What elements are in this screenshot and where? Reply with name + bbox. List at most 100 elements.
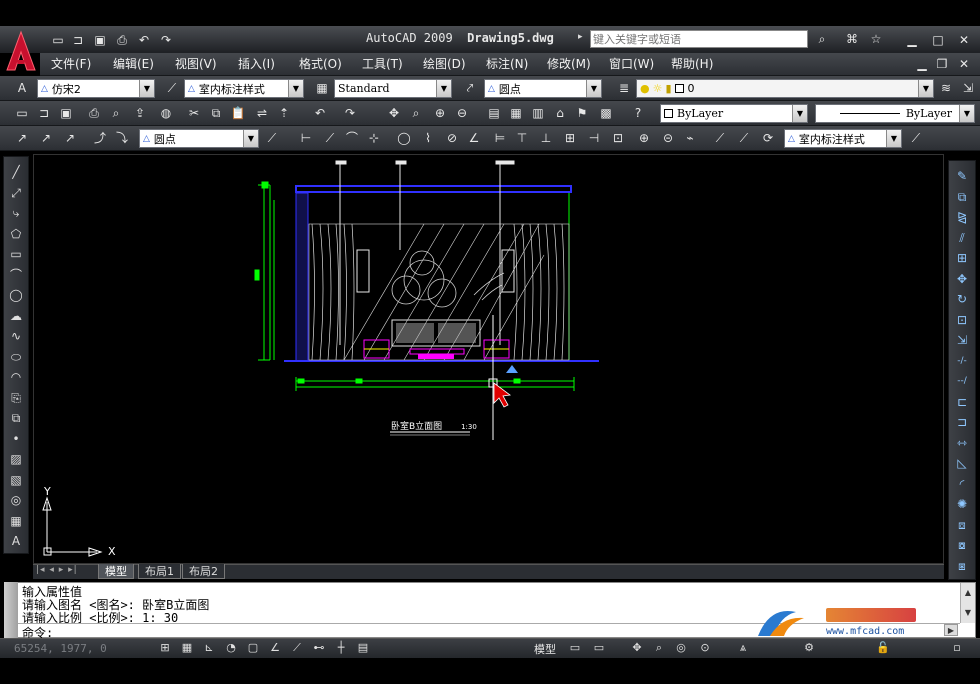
undo-icon[interactable]: ↶ xyxy=(134,31,154,49)
save-icon[interactable]: ▣ xyxy=(90,31,110,49)
publish-icon[interactable]: ⇪ xyxy=(130,104,150,122)
point-icon[interactable]: • xyxy=(6,430,26,448)
zoom-status-icon[interactable]: ⌕ xyxy=(650,640,668,656)
leader-icon[interactable]: ↗ xyxy=(12,129,32,147)
save-icon[interactable]: ▣ xyxy=(56,104,76,122)
chamfer-icon[interactable]: ◺ xyxy=(952,454,972,472)
new-file-icon[interactable]: ▭ xyxy=(48,31,68,49)
command-scroll-right-icon[interactable]: ▶ xyxy=(944,624,958,636)
tab-2[interactable]: 布局2 xyxy=(182,564,225,579)
jogged-icon[interactable]: ⌇ xyxy=(418,129,438,147)
zoom-realtime-icon[interactable]: ⌕ xyxy=(406,104,426,122)
quick-dim-icon[interactable]: ⊨ xyxy=(490,129,510,147)
menu-item-2[interactable]: 视图(V) xyxy=(175,55,217,73)
grid-display-icon[interactable]: ▦ xyxy=(178,640,196,656)
layer-previous-icon[interactable]: ≋ xyxy=(936,79,956,97)
center-mark-icon[interactable]: ⊕ xyxy=(634,129,654,147)
make-current-layer-icon[interactable]: ⇲ xyxy=(958,79,978,97)
model-space-button[interactable]: 模型 xyxy=(534,641,556,657)
polar-tracking-icon[interactable]: ◔ xyxy=(222,640,240,656)
pan-status-icon[interactable]: ✥ xyxy=(628,640,646,656)
break-icon[interactable]: ⊣ xyxy=(584,129,604,147)
design-center-icon[interactable]: ▦ xyxy=(506,104,526,122)
redo-icon[interactable]: ↷ xyxy=(156,31,176,49)
drawing-canvas[interactable]: 卧室B立面图 1:30 Y X xyxy=(33,154,944,564)
search-icon[interactable]: ⌕ xyxy=(812,30,832,48)
zoom-previous-icon[interactable]: ⊖ xyxy=(452,104,472,122)
tab-1[interactable]: 布局1 xyxy=(138,564,181,579)
dynamic-input-icon[interactable]: ⊷ xyxy=(310,640,328,656)
open-file-icon[interactable]: ⊐ xyxy=(68,31,88,49)
join-icon[interactable]: ⇿ xyxy=(952,434,972,452)
menu-item-0[interactable]: 文件(F) xyxy=(51,55,91,73)
command-scrollbar[interactable]: ▲ ▼ xyxy=(960,583,975,623)
inspect-icon[interactable]: ⊝ xyxy=(658,129,678,147)
polygon-icon[interactable]: ⬠ xyxy=(6,225,26,243)
leader-align-icon[interactable]: ⤵ xyxy=(112,129,132,147)
ordinate-icon[interactable]: ⊹ xyxy=(364,129,384,147)
dynamic-ucs-icon[interactable]: ⟋ xyxy=(288,640,306,656)
undo-icon[interactable]: ↶ xyxy=(310,104,330,122)
mirror-icon[interactable]: ⧎ xyxy=(952,208,972,226)
draworder-back-icon[interactable]: ⧇ xyxy=(952,536,972,554)
maximize-icon[interactable]: □ xyxy=(928,31,948,49)
baseline-icon[interactable]: ⊤ xyxy=(512,129,532,147)
construction-line-icon[interactable]: ⤢ xyxy=(6,184,26,202)
lock-status-icon[interactable]: 🔓 xyxy=(874,640,892,656)
space-icon[interactable]: ⊞ xyxy=(560,129,580,147)
dim-style-icon[interactable]: ⟋ xyxy=(162,79,182,97)
jog-line-icon[interactable]: ⌁ xyxy=(680,129,700,147)
rotate-icon[interactable]: ↻ xyxy=(952,290,972,308)
menu-item-6[interactable]: 绘图(D) xyxy=(423,55,466,73)
doc-close-icon[interactable]: ✕ xyxy=(954,55,974,73)
quick-leader-icon[interactable]: ↗ xyxy=(36,129,56,147)
erase-icon[interactable]: ✎ xyxy=(952,167,972,185)
communication-center-icon[interactable]: ⌘ xyxy=(842,30,862,48)
break-icon[interactable]: ⊐ xyxy=(952,413,972,431)
object-snap-icon[interactable]: ▢ xyxy=(244,640,262,656)
plot-icon[interactable]: ⎙ xyxy=(84,104,104,122)
linetype-select[interactable]: ByLayer ▼ xyxy=(815,104,975,123)
menu-item-3[interactable]: 插入(I) xyxy=(238,55,275,73)
doc-minimize-icon[interactable]: ▁ xyxy=(912,55,932,73)
tab-0[interactable]: 模型 xyxy=(98,564,134,579)
spline-icon[interactable]: ∿ xyxy=(6,327,26,345)
command-window-grip[interactable] xyxy=(4,582,18,638)
continue-icon[interactable]: ⊥ xyxy=(536,129,556,147)
search-input[interactable] xyxy=(590,30,808,48)
multiline-text-icon[interactable]: A xyxy=(6,532,26,550)
stretch-icon[interactable]: ⇲ xyxy=(952,331,972,349)
draworder-front-icon[interactable]: ⧈ xyxy=(952,516,972,534)
rectangle-icon[interactable]: ▭ xyxy=(6,245,26,263)
break-at-point-icon[interactable]: ⊏ xyxy=(952,393,972,411)
menu-item-5[interactable]: 工具(T) xyxy=(362,55,403,73)
tab-nav-arrows[interactable]: |◂ ◂ ▸ ▸| xyxy=(36,565,78,575)
multileader-style-select[interactable]: △ 圆点 ▼ xyxy=(484,79,602,98)
favorites-star-icon[interactable]: ☆ xyxy=(866,30,886,48)
region-icon[interactable]: ◎ xyxy=(6,491,26,509)
offset-icon[interactable]: ⫽ xyxy=(952,229,972,247)
steering-wheel-icon[interactable]: ◎ xyxy=(672,640,690,656)
menu-item-9[interactable]: 窗口(W) xyxy=(609,55,654,73)
copy-icon[interactable]: ⧉ xyxy=(206,104,226,122)
scale-icon[interactable]: ⊡ xyxy=(952,311,972,329)
close-icon[interactable]: ✕ xyxy=(954,31,974,49)
menu-item-8[interactable]: 修改(M) xyxy=(547,55,591,73)
print-icon[interactable]: ⎙ xyxy=(112,31,132,49)
copy-object-icon[interactable]: ⧉ xyxy=(952,188,972,206)
tolerance-icon[interactable]: ⊡ xyxy=(608,129,628,147)
dim-style-manager-icon[interactable]: ⟋ xyxy=(906,129,926,147)
redo-icon[interactable]: ↷ xyxy=(340,104,360,122)
markup-icon[interactable]: ⚑ xyxy=(572,104,592,122)
revision-cloud-icon[interactable]: ☁ xyxy=(6,307,26,325)
radius-icon[interactable]: ◯ xyxy=(394,129,414,147)
draworder-above-icon[interactable]: ⧆ xyxy=(952,557,972,575)
minimize-icon[interactable]: ▁ xyxy=(902,31,922,49)
layer-manager-icon[interactable]: ≣ xyxy=(614,79,634,97)
lineweight-icon[interactable]: ┼ xyxy=(332,640,350,656)
annotation-scale-icon[interactable]: ⩓ xyxy=(734,640,752,656)
showmotion-icon[interactable]: ⊙ xyxy=(696,640,714,656)
app-menu-button[interactable] xyxy=(3,30,39,74)
move-icon[interactable]: ✥ xyxy=(952,270,972,288)
table-style-icon[interactable]: ▦ xyxy=(312,79,332,97)
